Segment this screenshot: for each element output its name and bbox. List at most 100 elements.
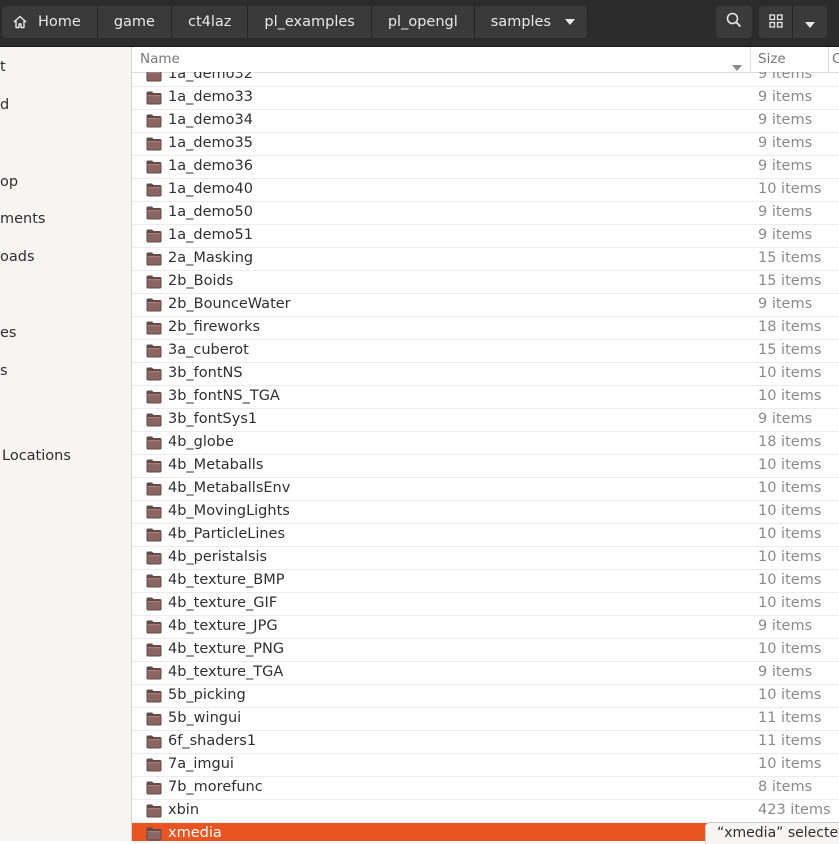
column-separator[interactable] — [750, 47, 751, 72]
folder-icon — [146, 366, 162, 385]
view-toggle-button[interactable] — [759, 6, 793, 38]
file-row[interactable]: 1a_demo32 9 items — [132, 72, 839, 87]
file-row[interactable]: 1a_demo34 9 items — [132, 110, 839, 133]
sidebar-item-other-locations[interactable]: Locations — [2, 448, 71, 464]
file-size: 9 items — [758, 158, 813, 174]
file-row[interactable]: 2b_BounceWater 9 items — [132, 294, 839, 317]
sidebar-item-videos[interactable]: s — [0, 363, 8, 379]
file-size: 10 items — [758, 526, 822, 542]
file-row[interactable]: 4b_texture_PNG 10 items — [132, 639, 839, 662]
folder-icon — [146, 734, 162, 753]
file-name: 1a_demo33 — [168, 89, 253, 105]
view-menu-button[interactable] — [793, 6, 827, 38]
file-name: 4b_texture_JPG — [168, 618, 278, 634]
file-row[interactable]: 2b_Boids 15 items — [132, 271, 839, 294]
file-row[interactable]: 3b_fontNS 10 items — [132, 363, 839, 386]
file-size: 9 items — [758, 296, 813, 312]
file-row[interactable]: 4b_texture_BMP 10 items — [132, 570, 839, 593]
column-separator[interactable] — [828, 47, 829, 72]
file-row[interactable]: 4b_Metaballs 10 items — [132, 455, 839, 478]
file-row[interactable]: 3b_fontSys1 9 items — [132, 409, 839, 432]
folder-icon — [146, 642, 162, 661]
sidebar-item-label: t — [0, 59, 6, 75]
file-name: 5b_picking — [168, 687, 246, 703]
breadcrumb-pl-opengl[interactable]: pl_opengl — [371, 6, 475, 38]
file-row[interactable]: 1a_demo51 9 items — [132, 225, 839, 248]
chevron-down-icon[interactable] — [565, 19, 576, 25]
file-row[interactable]: 4b_MetaballsEnv 10 items — [132, 478, 839, 501]
file-size: 9 items — [758, 204, 813, 220]
sidebar-item-recent[interactable]: t — [0, 59, 6, 75]
file-size: 10 items — [758, 595, 822, 611]
file-row[interactable]: 7b_morefunc 8 items — [132, 777, 839, 800]
file-size: 10 items — [758, 480, 822, 496]
breadcrumb-label: samples — [490, 14, 552, 30]
file-row[interactable]: 1a_demo33 9 items — [132, 87, 839, 110]
sidebar-item-starred[interactable]: d — [0, 97, 9, 113]
file-row[interactable]: 5b_picking 10 items — [132, 685, 839, 708]
file-name: 4b_ParticleLines — [168, 526, 286, 542]
file-row[interactable]: 2b_fireworks 18 items — [132, 317, 839, 340]
file-size: 9 items — [758, 664, 813, 680]
file-row[interactable]: 6f_shaders1 11 items — [132, 731, 839, 754]
sidebar-item-pictures[interactable]: es — [0, 325, 16, 341]
file-size: 8 items — [758, 779, 813, 795]
chevron-down-icon — [805, 13, 815, 32]
file-row[interactable]: 2a_Masking 15 items — [132, 248, 839, 271]
file-size: 15 items — [758, 273, 822, 289]
file-row[interactable]: 3b_fontNS_TGA 10 items — [132, 386, 839, 409]
breadcrumb-home[interactable]: Home — [2, 6, 98, 38]
file-name: 2a_Masking — [168, 250, 254, 266]
home-icon — [12, 14, 28, 30]
breadcrumb-label: pl_opengl — [387, 14, 458, 30]
folder-icon — [146, 113, 162, 132]
folder-icon — [146, 228, 162, 247]
file-row[interactable]: 1a_demo35 9 items — [132, 133, 839, 156]
folder-icon — [146, 389, 162, 408]
file-size: 11 items — [758, 710, 822, 726]
column-more-header[interactable]: C — [832, 51, 839, 67]
file-row[interactable]: 1a_demo50 9 items — [132, 202, 839, 225]
file-name: xmedia — [168, 825, 222, 841]
column-name-header[interactable]: Name — [140, 51, 180, 67]
file-row[interactable]: 4b_texture_GIF 10 items — [132, 593, 839, 616]
file-name: xbin — [168, 802, 200, 818]
file-row[interactable]: 4b_texture_JPG 9 items — [132, 616, 839, 639]
breadcrumb-samples[interactable]: samples — [474, 6, 589, 38]
breadcrumb-game[interactable]: game — [97, 6, 172, 38]
folder-icon — [146, 182, 162, 201]
file-row[interactable]: 4b_texture_TGA 9 items — [132, 662, 839, 685]
file-row[interactable]: 1a_demo40 10 items — [132, 179, 839, 202]
file-size: 10 items — [758, 641, 822, 657]
folder-icon — [146, 527, 162, 546]
folder-icon — [146, 72, 162, 86]
sidebar-item-documents[interactable]: ments — [0, 211, 45, 227]
sidebar-item-desktop[interactable]: op — [0, 174, 18, 190]
breadcrumb-ct4laz[interactable]: ct4laz — [171, 6, 249, 38]
file-row[interactable]: 1a_demo36 9 items — [132, 156, 839, 179]
file-row[interactable]: 5b_wingui 11 items — [132, 708, 839, 731]
file-row[interactable]: 4b_peristalsis 10 items — [132, 547, 839, 570]
file-row[interactable]: 3a_cuberot 15 items — [132, 340, 839, 363]
file-row[interactable]: xbin 423 items — [132, 800, 839, 823]
file-row[interactable]: 4b_MovingLights 10 items — [132, 501, 839, 524]
grid-view-icon — [768, 13, 783, 32]
file-row[interactable]: 4b_ParticleLines 10 items — [132, 524, 839, 547]
file-row[interactable]: 4b_globe 18 items — [132, 432, 839, 455]
breadcrumb-pl-examples[interactable]: pl_examples — [248, 6, 372, 38]
folder-icon — [146, 205, 162, 224]
file-size: 10 items — [758, 687, 822, 703]
file-name: 1a_demo34 — [168, 112, 253, 128]
file-size: 10 items — [758, 549, 822, 565]
search-button[interactable] — [716, 6, 752, 38]
folder-icon — [146, 619, 162, 638]
breadcrumb-label: ct4laz — [187, 14, 232, 30]
column-size-header[interactable]: Size — [758, 51, 786, 67]
file-size: 9 items — [758, 227, 813, 243]
file-size: 10 items — [758, 457, 822, 473]
sidebar-item-downloads[interactable]: oads — [0, 249, 35, 265]
folder-icon — [146, 550, 162, 569]
sidebar-item-label: s — [0, 363, 8, 379]
folder-icon — [146, 826, 162, 841]
file-row[interactable]: 7a_imgui 10 items — [132, 754, 839, 777]
